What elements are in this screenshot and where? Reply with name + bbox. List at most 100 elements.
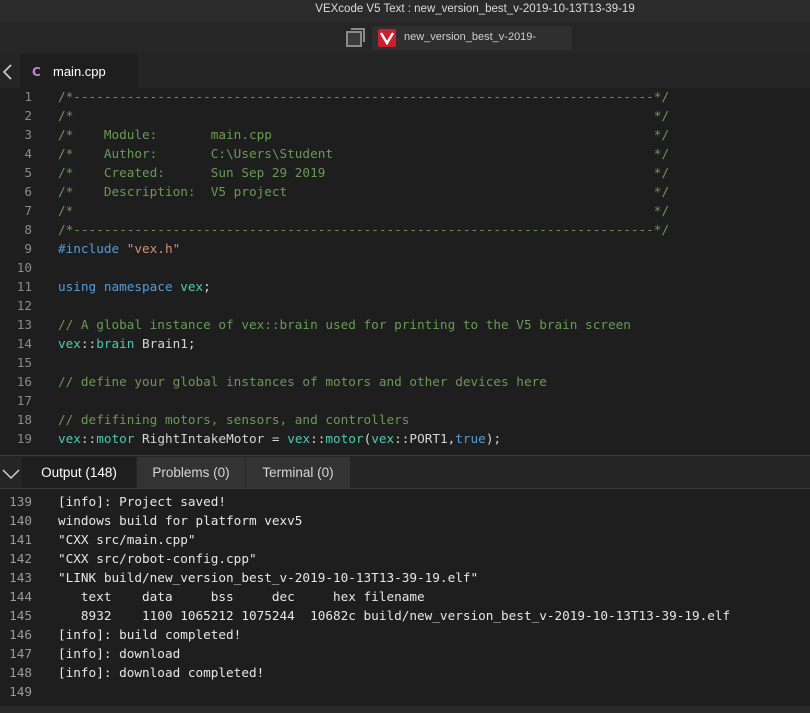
code-text: // define your global instances of motor… <box>58 372 547 391</box>
line-number: 10 <box>16 260 32 275</box>
line-number: 9 <box>24 241 32 256</box>
vexcode-logo-icon <box>378 29 396 47</box>
output-line-number: 145 <box>9 608 32 623</box>
code-token: :: <box>80 431 97 446</box>
code-token: motor <box>325 431 364 446</box>
code-token: :: <box>80 336 97 351</box>
code-line[interactable]: 8 /*-------------------------------------… <box>0 220 810 239</box>
line-number: 1 <box>24 89 32 104</box>
code-line[interactable]: 13 // A global instance of vex::brain use… <box>0 315 810 334</box>
code-token: /* Description: V5 project */ <box>58 184 670 199</box>
code-line[interactable]: 16 // define your global instances of mot… <box>0 372 810 391</box>
code-token: #include <box>58 241 127 256</box>
tab-problems[interactable]: Problems (0) <box>137 457 245 489</box>
line-number: 18 <box>16 412 32 427</box>
code-text: /* */ <box>58 106 669 125</box>
code-line[interactable]: 18 // defifining motors, sensors, and con… <box>0 410 810 429</box>
code-token: true <box>455 431 486 446</box>
code-text: vex::motor RightIntakeMotor = vex::motor… <box>58 429 501 448</box>
output-line-number: 140 <box>9 513 32 528</box>
output-line: 146 [info]: build completed! <box>0 625 810 644</box>
code-line[interactable]: 12 <box>0 296 810 315</box>
chevron-left-icon[interactable] <box>0 62 18 82</box>
code-token: vex <box>58 336 81 351</box>
output-line: 142 "CXX src/robot-config.cpp" <box>0 549 810 568</box>
tab-label: main.cpp <box>53 64 106 79</box>
code-token: motor <box>96 431 135 446</box>
horizontal-scrollbar[interactable] <box>0 706 810 713</box>
code-line[interactable]: 10 <box>0 258 810 277</box>
code-token: /* Author: C:\Users\Student */ <box>58 146 670 161</box>
code-line[interactable]: 15 <box>0 353 810 372</box>
output-text: "CXX src/robot-config.cpp" <box>58 551 257 566</box>
code-text: // A global instance of vex::brain used … <box>58 315 631 334</box>
output-line: 139 [info]: Project saved! <box>0 492 810 511</box>
code-line[interactable]: 7 /* */ <box>0 201 810 220</box>
code-line[interactable]: 14 vex::brain Brain1; <box>0 334 810 353</box>
output-text: [info]: download completed! <box>58 665 265 680</box>
line-number: 17 <box>16 393 32 408</box>
output-line-number: 143 <box>9 570 32 585</box>
task-view-icon[interactable] <box>346 28 365 47</box>
line-number: 8 <box>24 222 32 237</box>
code-token: RightIntakeMotor = <box>134 431 288 446</box>
line-number: 7 <box>24 203 32 218</box>
code-token: Brain1; <box>134 336 196 351</box>
line-number: 12 <box>16 298 32 313</box>
code-text: /* Author: C:\Users\Student */ <box>58 144 669 163</box>
line-number: 13 <box>16 317 32 332</box>
taskbar-app-item[interactable]: new_version_best_v-2019- <box>372 26 572 50</box>
output-line: 143 "LINK build/new_version_best_v-2019-1… <box>0 568 810 587</box>
chevron-down-icon[interactable] <box>0 466 22 482</box>
code-token: /* Module: main.cpp */ <box>58 127 670 142</box>
code-token: // defifining motors, sensors, and contr… <box>58 412 410 427</box>
line-number: 19 <box>16 431 32 446</box>
tab-output[interactable]: Output (148) <box>22 457 136 489</box>
code-token: vex <box>180 279 204 294</box>
code-line[interactable]: 6 /* Description: V5 project */ <box>0 182 810 201</box>
code-token: vex <box>371 431 395 446</box>
code-text: /*--------------------------------------… <box>58 220 669 239</box>
output-text: [info]: download <box>58 646 181 661</box>
output-text: text data bss dec hex filename <box>58 589 425 604</box>
code-editor[interactable]: 1 /*-------------------------------------… <box>0 88 810 455</box>
line-number: 2 <box>24 108 32 123</box>
taskbar-app-label: new_version_best_v-2019- <box>404 31 537 43</box>
code-line[interactable]: 5 /* Created: Sun Sep 29 2019 */ <box>0 163 810 182</box>
output-line-number: 146 <box>9 627 32 642</box>
code-token: using namespace <box>58 279 181 294</box>
output-text: [info]: Project saved! <box>58 494 227 509</box>
code-line[interactable]: 9 #include "vex.h" <box>0 239 810 258</box>
output-text: "LINK build/new_version_best_v-2019-10-1… <box>58 570 479 585</box>
code-token: vex <box>287 431 311 446</box>
output-text: 8932 1100 1065212 1075244 10682c build/n… <box>58 608 731 623</box>
code-token: /* */ <box>58 203 670 218</box>
tab-main-cpp[interactable]: C main.cpp <box>20 54 138 88</box>
code-token: ; <box>203 279 211 294</box>
code-line[interactable]: 11 using namespace vex; <box>0 277 810 296</box>
code-line[interactable]: 19 vex::motor RightIntakeMotor = vex::mot… <box>0 429 810 448</box>
cpp-file-icon: C <box>32 65 41 79</box>
tab-terminal[interactable]: Terminal (0) <box>246 457 350 489</box>
code-token: ::PORT1, <box>394 431 456 446</box>
line-number: 3 <box>24 127 32 142</box>
code-text: /* Created: Sun Sep 29 2019 */ <box>58 163 669 182</box>
line-number: 5 <box>24 165 32 180</box>
code-line[interactable]: 2 /* */ <box>0 106 810 125</box>
output-line: 147 [info]: download <box>0 644 810 663</box>
code-token: /* */ <box>58 108 670 123</box>
code-line[interactable]: 3 /* Module: main.cpp */ <box>0 125 810 144</box>
code-token: // define your global instances of motor… <box>58 374 547 389</box>
code-line[interactable]: 1 /*-------------------------------------… <box>0 88 810 106</box>
code-line[interactable]: 17 <box>0 391 810 410</box>
code-line[interactable]: 4 /* Author: C:\Users\Student */ <box>0 144 810 163</box>
code-text: #include "vex.h" <box>58 239 180 258</box>
line-number: 4 <box>24 146 32 161</box>
panel-tabbar: Output (148) Problems (0) Terminal (0) <box>0 455 810 489</box>
code-token: ); <box>485 431 502 446</box>
output-panel[interactable]: 139 [info]: Project saved! 140 windows buil… <box>0 488 810 713</box>
output-line-number: 147 <box>9 646 32 661</box>
output-line-number: 139 <box>9 494 32 509</box>
output-line: 149 <box>0 682 810 701</box>
code-text: vex::brain Brain1; <box>58 334 196 353</box>
